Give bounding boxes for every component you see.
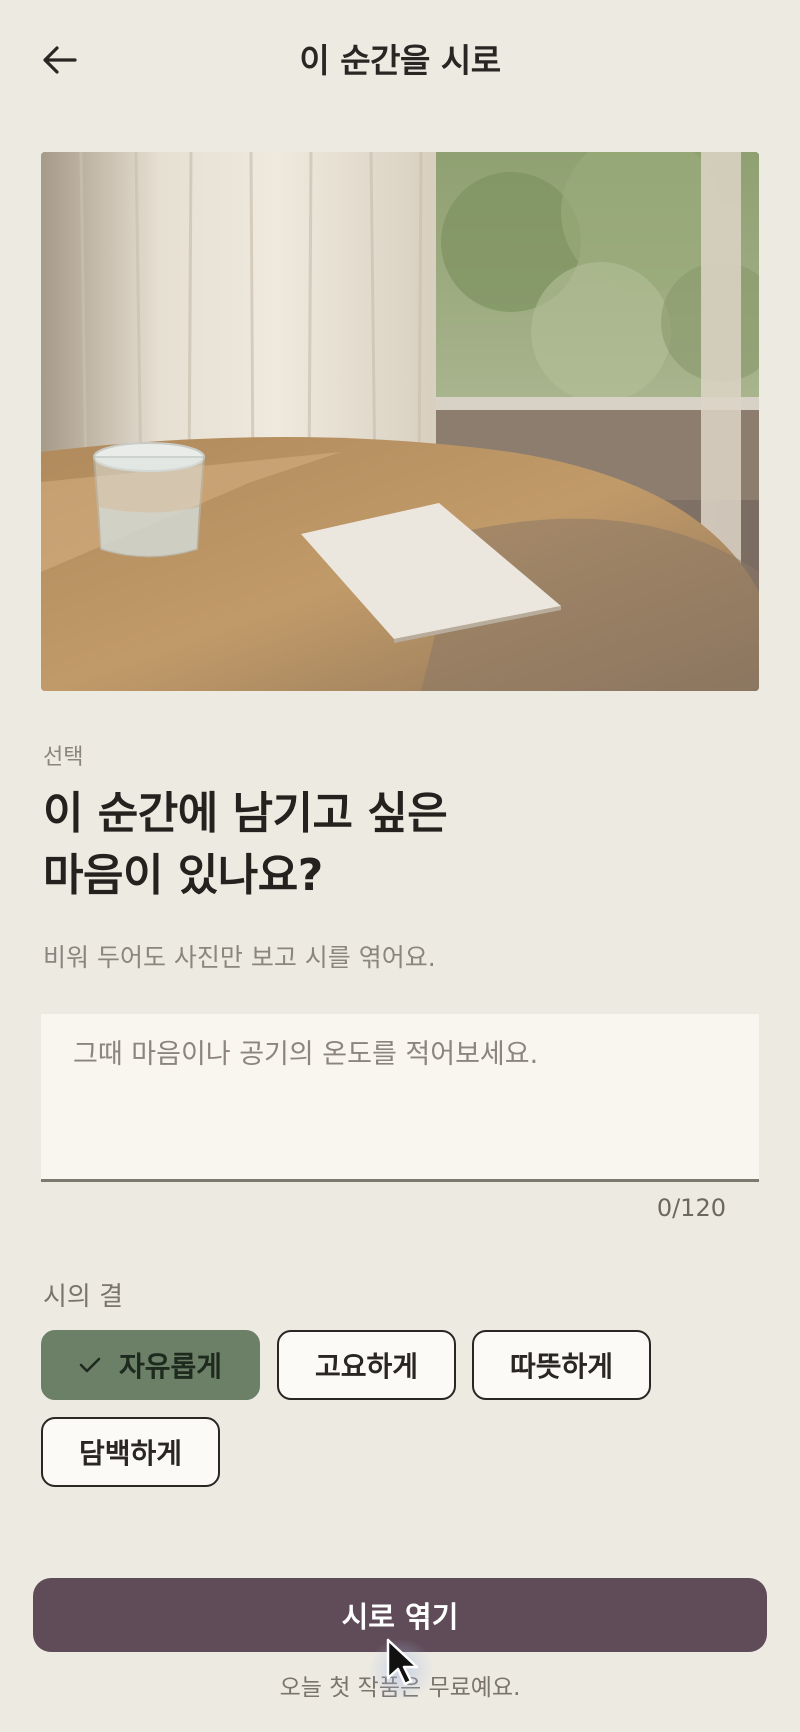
prompt-line-2: 마음이 있나요? xyxy=(43,850,323,901)
check-icon xyxy=(79,1356,101,1374)
char-counter: 0/120 xyxy=(656,1194,726,1222)
page-title: 이 순간을 시로 xyxy=(299,41,501,80)
feeling-input-container xyxy=(41,1014,759,1182)
tone-chip-calm[interactable]: 고요하게 xyxy=(277,1330,456,1400)
desk-photo xyxy=(41,152,759,691)
tone-chip-plain[interactable]: 담백하게 xyxy=(41,1417,220,1487)
prompt-line-1: 이 순간에 남기고 싶은 xyxy=(43,788,448,839)
tone-chip-label: 고요하게 xyxy=(314,1350,419,1383)
tone-chip-label: 담백하게 xyxy=(78,1437,183,1470)
app-header: 이 순간을 시로 xyxy=(0,0,800,116)
tone-label: 시의 결 xyxy=(43,1282,124,1312)
prompt-heading: 이 순간에 남기고 싶은 마음이 있나요? xyxy=(43,783,448,907)
tone-chip-free[interactable]: 자유롭게 xyxy=(41,1330,260,1400)
tone-chip-label: 자유롭게 xyxy=(118,1350,223,1383)
optional-label: 선택 xyxy=(43,745,84,770)
weave-poem-label: 시로 엮기 xyxy=(341,1600,459,1634)
helper-text: 비워 두어도 사진만 보고 시를 엮어요. xyxy=(43,943,436,972)
mouse-cursor-icon xyxy=(386,1638,419,1686)
feeling-input[interactable] xyxy=(41,1014,759,1179)
tone-chip-warm[interactable]: 따뜻하게 xyxy=(472,1330,651,1400)
tone-chip-label: 따뜻하게 xyxy=(509,1350,614,1383)
